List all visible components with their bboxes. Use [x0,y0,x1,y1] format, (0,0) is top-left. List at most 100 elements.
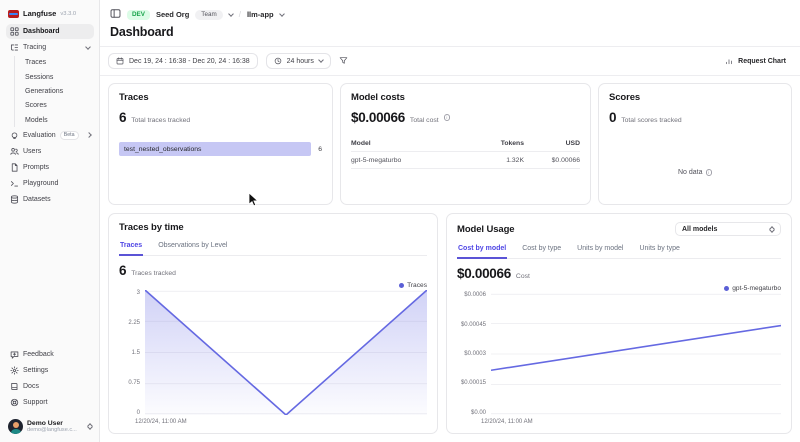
total-cost-label: Total cost [410,117,439,124]
tab-traces[interactable]: Traces [119,239,143,256]
sidebar-item-playground[interactable]: Playground [6,176,94,191]
model-usd: $0.00066 [524,157,580,164]
scores-total-value: 0 [609,110,616,125]
traces-tracked-label: Traces tracked [131,270,176,277]
lifebuoy-icon [10,398,19,407]
cost-label: Cost [516,273,530,280]
sidebar-item-label: Users [23,148,41,155]
page-title: Dashboard [100,22,800,46]
chevron-down-icon [318,57,324,63]
legend-dot-icon [724,286,729,291]
avatar [8,419,23,434]
topbar: DEV Seed Org Team / llm-app [100,0,800,22]
request-chart-button[interactable]: Request Chart [719,54,792,68]
info-icon[interactable]: i [444,114,451,121]
dashboard-grid: Traces 6 Total traces tracked test_neste… [100,76,800,442]
sidebar-item-label: Feedback [23,351,54,358]
sidebar-item-models[interactable]: Models [22,114,94,127]
sidebar-item-feedback[interactable]: Feedback [6,347,94,362]
sidebar-item-evaluation[interactable]: Evaluation Beta [6,128,94,143]
legend-label: gpt-5-megaturbo [732,285,781,292]
legend-label: Traces [407,282,427,289]
legend-dot-icon [399,283,404,288]
sidebar-item-tracing[interactable]: Tracing [6,40,94,55]
sidebar-item-label: Docs [23,383,39,390]
tab-observations-by-level[interactable]: Observations by Level [157,239,228,255]
message-plus-icon [10,350,19,359]
tracing-submenu: Traces Sessions Generations Scores Model… [14,56,94,127]
sidebar-item-prompts[interactable]: Prompts [6,160,94,175]
sidebar: Langfuse v3.3.0 Dashboard Tracing Traces [0,0,100,442]
sidebar-item-sessions[interactable]: Sessions [22,70,94,83]
x-axis-label: 12/20/24, 11:00 AM [457,415,781,425]
card-model-usage: Model Usage All models Cost by model Cos… [446,213,792,434]
mouse-cursor [248,192,260,208]
total-cost-value: $0.00066 [351,110,405,125]
langfuse-logo-icon [8,10,19,18]
info-icon[interactable]: i [706,169,713,176]
tab-units-by-model[interactable]: Units by model [576,242,624,258]
traces-total-value: 6 [119,110,126,125]
chart-legend: gpt-5-megaturbo [457,284,781,292]
model-name: gpt-5-megaturbo [351,157,472,164]
sidebar-item-settings[interactable]: Settings [6,363,94,378]
table-header: Model Tokens USD [351,135,580,152]
breadcrumb-divider: / [239,10,241,19]
card-title: Model costs [351,92,580,103]
list-tree-icon [10,43,19,52]
sidebar-item-label: Tracing [23,44,46,51]
sidebar-item-generations[interactable]: Generations [22,85,94,98]
sidebar-item-label: Prompts [23,164,49,171]
sidebar-item-traces[interactable]: Traces [22,56,94,69]
tab-cost-by-model[interactable]: Cost by model [457,242,507,259]
trace-name-bar[interactable]: test_nested_observations 6 [119,142,322,156]
chevron-right-icon [86,133,92,139]
plot-area[interactable] [145,290,427,415]
plot-area[interactable] [491,293,781,415]
lightbulb-icon [10,131,19,140]
chevron-down-icon [85,44,91,50]
x-axis-label: 12/20/24, 11:00 AM [119,415,427,425]
sidebar-toggle-icon[interactable] [110,6,121,24]
card-traces-by-time: Traces by time Traces Observations by Le… [108,213,438,434]
org-role-pill: Team [195,10,222,20]
app-window: Langfuse v3.3.0 Dashboard Tracing Traces [0,0,800,442]
filter-funnel-icon[interactable] [339,52,348,70]
calendar-icon [116,57,124,65]
chevron-down-icon[interactable] [228,11,234,17]
beta-badge: Beta [60,131,79,140]
sidebar-item-datasets[interactable]: Datasets [6,192,94,207]
date-range-value: Dec 19, 24 : 16:38 - Dec 20, 24 : 16:38 [129,58,250,65]
scores-total-label: Total scores tracked [621,117,681,124]
card-traces: Traces 6 Total traces tracked test_neste… [108,83,333,205]
sidebar-item-users[interactable]: Users [6,144,94,159]
date-range-picker[interactable]: Dec 19, 24 : 16:38 - Dec 20, 24 : 16:38 [108,53,258,69]
user-name: Demo User [27,420,77,427]
sidebar-item-label: Datasets [23,196,51,203]
sidebar-item-label: Evaluation [23,132,56,139]
logo: Langfuse v3.3.0 [6,7,94,24]
sidebar-item-docs[interactable]: Docs [6,379,94,394]
select-value: All models [682,226,717,233]
sidebar-item-support[interactable]: Support [6,395,94,410]
interval-select[interactable]: 24 hours [266,53,331,69]
tab-units-by-type[interactable]: Units by type [638,242,680,258]
chevron-down-icon[interactable] [279,11,285,17]
user-menu[interactable]: Demo User demo@langfuse.c... [6,415,94,436]
project-name[interactable]: llm-app [247,10,274,19]
database-icon [10,195,19,204]
model-filter-select[interactable]: All models [675,222,781,236]
model-usage-tabs: Cost by model Cost by type Units by mode… [457,242,781,259]
app-name: Langfuse [23,9,56,18]
sidebar-item-label: Settings [23,367,48,374]
y-axis: $0.0006 $0.00045 $0.0003 $0.00015 $0.00 [457,293,491,415]
chevron-updown-icon [770,227,774,232]
bar-value: 6 [318,146,322,153]
sidebar-nav: Dashboard Tracing Traces Sessions Genera… [6,24,94,207]
tab-cost-by-type[interactable]: Cost by type [521,242,562,258]
sidebar-item-scores[interactable]: Scores [22,99,94,112]
sidebar-item-dashboard[interactable]: Dashboard [6,24,94,39]
traces-total-label: Total traces tracked [131,117,190,124]
org-name[interactable]: Seed Org [156,10,189,19]
book-icon [10,382,19,391]
